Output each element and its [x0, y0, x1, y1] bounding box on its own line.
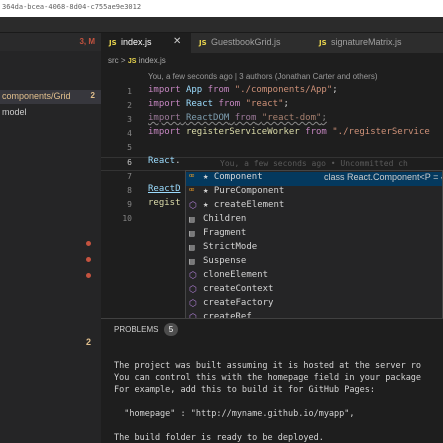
sidebar-header-badge: 3, M: [79, 37, 95, 46]
window-title-strip: [0, 17, 443, 33]
terminal-line: You can control this with the homepage f…: [114, 373, 422, 383]
line-number: 7: [127, 172, 132, 181]
js-file-icon: JS: [127, 58, 137, 65]
suggestion-item[interactable]: ꟹ ★ Component class React.Component<P = …: [186, 172, 443, 186]
line-number: 10: [122, 214, 132, 223]
git-blame-codelens[interactable]: You, a few seconds ago | 3 authors (Jona…: [148, 72, 377, 81]
line-number: 5: [127, 143, 132, 152]
code-line: import App from "./components/App";: [148, 85, 338, 95]
tab-label: signatureMatrix.js: [331, 37, 402, 47]
browser-bar: 364da-bcea-4068-8d04-c755ae9e3012: [0, 0, 443, 17]
module-icon: ▤: [189, 229, 195, 239]
sidebar-item-badge: 2: [90, 91, 95, 100]
tab-signaturematrix-js[interactable]: JS signatureMatrix.js: [311, 33, 443, 53]
line-number: 6: [127, 158, 132, 167]
suggestion-label: Suspense: [203, 256, 247, 266]
suggestion-detail: class React.Component<P = {},: [324, 172, 443, 182]
suggestion-item[interactable]: ⬡ createContext: [186, 284, 442, 298]
js-file-icon: JS: [319, 39, 327, 47]
suggestion-item[interactable]: ⬡ cloneElement: [186, 270, 442, 284]
terminal-line: For example, add this to build it for Gi…: [114, 385, 375, 395]
tab-guestbookgrid-js[interactable]: JS GuestbookGrid.js: [191, 33, 311, 53]
sidebar-item-label: components/Grid: [2, 91, 71, 101]
line-number: 4: [127, 129, 132, 138]
suggestion-label: StrictMode: [203, 242, 258, 252]
sidebar-count: 2: [86, 337, 92, 347]
suggestion-label: createContext: [203, 284, 274, 294]
autocomplete-widget[interactable]: ꟹ ★ Component class React.Component<P = …: [185, 170, 443, 340]
tab-label: index.js: [121, 37, 152, 47]
suggestion-label: ★ Component: [203, 172, 263, 182]
method-icon: ⬡: [189, 299, 197, 309]
module-icon: ▤: [189, 243, 195, 253]
suggestion-label: Fragment: [203, 228, 247, 238]
suggestion-label: createFactory: [203, 298, 274, 308]
tab-index-js[interactable]: JS index.js ✕: [101, 33, 191, 53]
editor-tabs: JS index.js ✕ JS GuestbookGrid.js JS sig…: [101, 33, 443, 53]
terminal-line: The build folder is ready to be deployed…: [114, 433, 324, 443]
line-number: 2: [127, 101, 132, 110]
suggestion-label: cloneElement: [203, 270, 269, 280]
suggestion-item[interactable]: ▤ StrictMode: [186, 242, 442, 256]
code-line: import React from "react";: [148, 99, 289, 109]
url-bar[interactable]: 364da-bcea-4068-8d04-c755ae9e3012: [0, 0, 443, 17]
problems-count-badge: 5: [164, 323, 178, 336]
method-icon: ⬡: [189, 285, 197, 295]
code-line: regist: [148, 198, 181, 208]
terminal-line: The project was built assuming it is hos…: [114, 361, 422, 371]
module-icon: ▤: [189, 215, 195, 225]
method-icon: ⬡: [189, 271, 197, 281]
module-icon: ▤: [189, 257, 195, 267]
suggestion-item[interactable]: ⬡ ★ createElement: [186, 200, 442, 214]
method-icon: ⬡: [189, 201, 197, 211]
sidebar-item-components-grid[interactable]: components/Grid 2: [0, 90, 101, 104]
line-number: 3: [127, 115, 132, 124]
url-text: 364da-bcea-4068-8d04-c755ae9e3012: [2, 3, 142, 11]
suggestion-label: ★ PureComponent: [203, 186, 285, 196]
breadcrumb: src > JS index.js: [108, 56, 166, 68]
suggestion-item[interactable]: ▤ Suspense: [186, 256, 442, 270]
git-status-dot: [86, 241, 91, 246]
sidebar-item-label: model: [2, 107, 27, 117]
git-status-dot: [86, 257, 91, 262]
code-line: import ReactDOM from "react-dom";: [148, 113, 327, 123]
sidebar-header: 3, M: [0, 33, 101, 51]
line-number: 9: [127, 200, 132, 209]
tab-label: GuestbookGrid.js: [211, 37, 281, 47]
code-line: ReactD: [148, 184, 181, 194]
code-line: import registerServiceWorker from "./reg…: [148, 127, 430, 137]
suggestion-label: Children: [203, 214, 247, 224]
suggestion-item[interactable]: ▤ Children: [186, 214, 442, 228]
breadcrumb-folder[interactable]: src: [108, 56, 119, 65]
tab-problems[interactable]: PROBLEMS: [114, 325, 158, 334]
suggestion-item[interactable]: ▤ Fragment: [186, 228, 442, 242]
code-line: React.: [148, 156, 181, 166]
breadcrumb-file[interactable]: index.js: [139, 56, 166, 65]
line-number: 1: [127, 87, 132, 96]
close-icon[interactable]: ✕: [173, 36, 181, 47]
breadcrumb-separator: >: [120, 56, 126, 65]
suggestion-label: ★ createElement: [203, 200, 285, 210]
git-status-dot: [86, 273, 91, 278]
suggestion-item[interactable]: ꟹ ★ PureComponent: [186, 186, 442, 200]
suggestion-item[interactable]: ⬡ createFactory: [186, 298, 442, 312]
terminal-line: "homepage" : "http://myname.github.io/my…: [114, 409, 355, 419]
line-number: 8: [127, 186, 132, 195]
js-file-icon: JS: [109, 39, 117, 47]
inline-blame: You, a few seconds ago • Uncommitted ch: [220, 159, 408, 168]
js-file-icon: JS: [199, 39, 207, 47]
sidebar-item-model[interactable]: model: [0, 106, 101, 120]
class-icon: ꟹ: [189, 187, 195, 197]
class-icon: ꟹ: [189, 173, 195, 183]
